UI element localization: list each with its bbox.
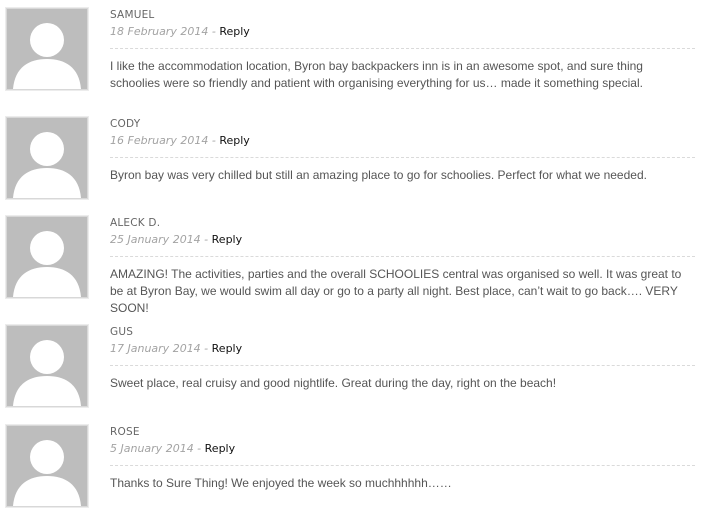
comment-divider (110, 465, 695, 466)
comment-meta: GUS 17 January 2014 - Reply (110, 325, 242, 356)
comment-meta: SAMUEL 18 February 2014 - Reply (110, 8, 250, 39)
comment-text: Sweet place, real cruisy and good nightl… (110, 376, 557, 390)
comment-dateline: 5 January 2014 - Reply (110, 442, 235, 456)
default-avatar-icon (7, 217, 87, 297)
comment-date: 17 January 2014 (110, 342, 201, 355)
dateline-separator: - (193, 442, 205, 455)
comment-dateline: 25 January 2014 - Reply (110, 233, 242, 247)
comment-date: 18 February 2014 (110, 25, 209, 38)
comment-date: 16 February 2014 (110, 134, 209, 147)
comment-divider (110, 157, 695, 158)
dateline-separator: - (200, 233, 212, 246)
comment-dateline: 17 January 2014 - Reply (110, 342, 242, 356)
comment-text: AMAZING! The activities, parties and the… (110, 267, 682, 315)
dateline-separator: - (208, 25, 220, 38)
default-avatar-icon (7, 426, 87, 506)
comment-text: Byron bay was very chilled but still an … (110, 168, 647, 182)
avatar (6, 216, 88, 298)
comment-author: ALECK D. (110, 217, 161, 229)
reply-link[interactable]: Reply (212, 342, 242, 355)
avatar (6, 425, 88, 507)
comment-divider (110, 256, 695, 257)
comment-divider (110, 365, 695, 366)
dateline-separator: - (208, 134, 220, 147)
comment-dateline: 16 February 2014 - Reply (110, 134, 250, 148)
comment-divider (110, 48, 695, 49)
avatar (6, 8, 88, 90)
dateline-separator: - (200, 342, 212, 355)
comment-dateline: 18 February 2014 - Reply (110, 25, 250, 39)
comment-author: CODY (110, 118, 141, 130)
reply-link[interactable]: Reply (219, 25, 249, 38)
reply-link[interactable]: Reply (205, 442, 235, 455)
comment-meta: ALECK D. 25 January 2014 - Reply (110, 216, 242, 247)
reply-link[interactable]: Reply (212, 233, 242, 246)
comment-author: SAMUEL (110, 9, 155, 21)
comment-author: ROSE (110, 426, 140, 438)
comment-meta: CODY 16 February 2014 - Reply (110, 117, 250, 148)
default-avatar-icon (7, 326, 87, 406)
default-avatar-icon (7, 118, 87, 198)
reply-link[interactable]: Reply (219, 134, 249, 147)
comment-date: 25 January 2014 (110, 233, 201, 246)
comment-date: 5 January 2014 (110, 442, 194, 455)
comment-author: GUS (110, 326, 134, 338)
default-avatar-icon (7, 9, 87, 89)
comment-text: Thanks to Sure Thing! We enjoyed the wee… (110, 476, 452, 490)
comment-text: I like the accommodation location, Byron… (110, 59, 643, 90)
avatar (6, 117, 88, 199)
avatar (6, 325, 88, 407)
comment-meta: ROSE 5 January 2014 - Reply (110, 425, 235, 456)
